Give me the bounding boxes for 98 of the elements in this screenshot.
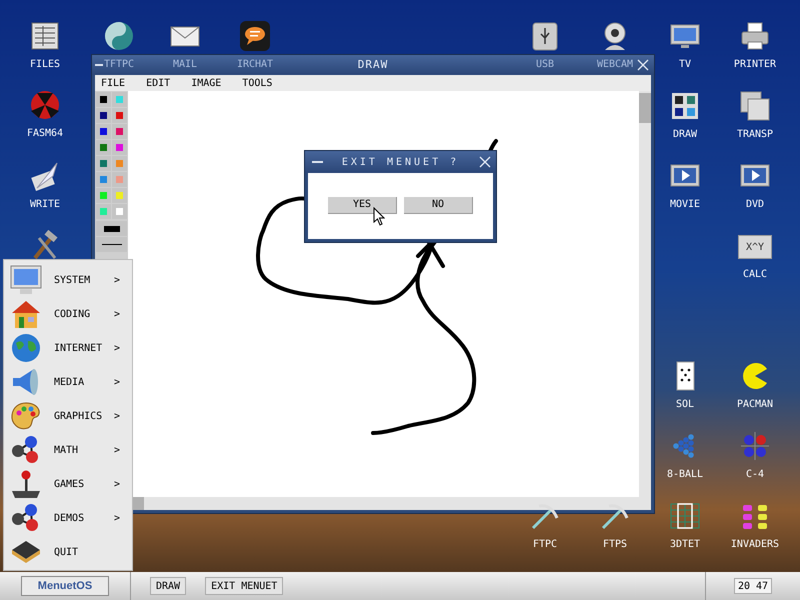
submenu-arrow: > bbox=[114, 478, 120, 492]
swirl-orb-icon[interactable] bbox=[103, 20, 135, 52]
icon-label: CALC bbox=[742, 269, 768, 281]
menu-item[interactable]: EDIT bbox=[146, 76, 170, 90]
globe-icon bbox=[10, 333, 42, 363]
menu-item[interactable]: TOOLS bbox=[242, 76, 272, 90]
color-swatch[interactable] bbox=[112, 188, 127, 203]
menu-item-label: DEMOS bbox=[54, 512, 86, 526]
icon-label: FILES bbox=[30, 59, 60, 71]
menu-item[interactable]: FILE bbox=[101, 76, 126, 90]
color-swatch[interactable] bbox=[96, 108, 111, 123]
house-icon bbox=[10, 299, 42, 329]
orb-icon[interactable] bbox=[29, 89, 61, 121]
dialog-button[interactable]: NO bbox=[404, 196, 473, 214]
menu-item-label: MATH bbox=[54, 444, 80, 458]
submenu-arrow: > bbox=[114, 410, 120, 424]
submenu-arrow: > bbox=[114, 376, 120, 390]
icon-label: INVADERS bbox=[730, 539, 780, 551]
menu-item-label: GRAPHICS bbox=[54, 410, 104, 424]
icon-label: TRANSP bbox=[736, 129, 774, 141]
submenu-arrow: > bbox=[114, 342, 120, 356]
icon-label: FTPC bbox=[532, 539, 558, 551]
four-dots-icon[interactable] bbox=[739, 430, 771, 462]
icon-label: MAIL bbox=[172, 59, 198, 71]
palette-icon bbox=[10, 401, 42, 431]
submenu-arrow: > bbox=[114, 444, 120, 458]
submenu-arrow: > bbox=[114, 308, 120, 322]
menu-item[interactable]: IMAGE bbox=[191, 76, 222, 90]
start-button[interactable]: MenuetOS bbox=[21, 576, 109, 596]
joystick-icon bbox=[10, 469, 42, 499]
icon-label: C-4 bbox=[746, 469, 764, 481]
icon-label: FASM64 bbox=[26, 128, 64, 140]
taskbar-button[interactable]: EXIT MENUET bbox=[205, 577, 284, 595]
thick-line-swatch[interactable] bbox=[96, 221, 127, 236]
spreadsheet-icon[interactable] bbox=[29, 20, 61, 52]
color-swatch[interactable] bbox=[112, 140, 127, 155]
icon-label: TFTPC bbox=[104, 59, 134, 71]
start-menu-item[interactable]: MATH > bbox=[4, 433, 132, 467]
icon-label: WRITE bbox=[30, 199, 60, 211]
start-menu-item[interactable]: QUIT bbox=[4, 535, 132, 569]
menu-item-label: QUIT bbox=[54, 546, 80, 560]
color-swatch[interactable] bbox=[96, 92, 111, 107]
menu-item-label: INTERNET bbox=[54, 342, 104, 356]
close-icon[interactable] bbox=[479, 156, 491, 168]
start-menu-item[interactable]: GRAPHICS > bbox=[4, 399, 132, 433]
clock: 20 47 bbox=[734, 578, 772, 594]
icon-label: DRAW bbox=[672, 129, 698, 141]
submenu-arrow: > bbox=[114, 512, 120, 526]
color-swatch[interactable] bbox=[112, 204, 127, 219]
icon-label: FTPS bbox=[602, 539, 628, 551]
color-swatch[interactable] bbox=[112, 156, 127, 171]
icon-label: IRCHAT bbox=[236, 59, 274, 71]
start-menu-item[interactable]: DEMOS > bbox=[4, 501, 132, 535]
icon-label: DVD bbox=[746, 199, 764, 211]
menu-item-label: SYSTEM bbox=[54, 274, 92, 288]
color-grid-icon[interactable] bbox=[669, 90, 701, 122]
taskbar-button[interactable]: DRAW bbox=[150, 577, 186, 595]
color-swatch[interactable] bbox=[96, 140, 111, 155]
start-menu-item[interactable]: GAMES > bbox=[4, 467, 132, 501]
close-icon[interactable] bbox=[637, 59, 649, 71]
calculator-key[interactable]: X^Y bbox=[738, 235, 772, 259]
icon-label: 3DTET bbox=[670, 539, 700, 551]
icon-label: SOL bbox=[676, 399, 694, 411]
color-swatch[interactable] bbox=[96, 204, 111, 219]
icon-label: PACMAN bbox=[736, 399, 774, 411]
color-swatch[interactable] bbox=[112, 124, 127, 139]
icon-label: 8-BALL bbox=[666, 469, 704, 481]
icon-label: WEBCAM bbox=[596, 59, 634, 71]
menu-item-label: GAMES bbox=[54, 478, 86, 492]
color-swatch[interactable] bbox=[112, 172, 127, 187]
start-menu-item[interactable]: MEDIA > bbox=[4, 365, 132, 399]
icon-label: PRINTER bbox=[734, 59, 776, 71]
thin-line-swatch[interactable] bbox=[96, 237, 127, 252]
color-swatch[interactable] bbox=[112, 108, 127, 123]
drawing-canvas[interactable] bbox=[128, 91, 639, 497]
mouse-pointer-icon bbox=[373, 207, 385, 226]
color-swatch[interactable] bbox=[96, 124, 111, 139]
menu-item-label: CODING bbox=[54, 308, 92, 322]
color-swatch[interactable] bbox=[96, 172, 111, 187]
icon-label: TV bbox=[678, 59, 692, 71]
submenu-arrow: > bbox=[114, 274, 120, 288]
start-menu-item[interactable]: SYSTEM > bbox=[4, 263, 132, 297]
window-title: DRAW bbox=[358, 56, 388, 73]
dialog-button[interactable]: YES bbox=[328, 196, 397, 214]
menu-item-label: MEDIA bbox=[54, 376, 86, 390]
overlapping-squares-icon[interactable] bbox=[739, 90, 771, 122]
icon-label: MOVIE bbox=[670, 199, 700, 211]
color-swatch[interactable] bbox=[96, 156, 111, 171]
chat-bubble-icon[interactable] bbox=[239, 20, 271, 52]
dialog-title: EXIT MENUET ? bbox=[342, 156, 460, 170]
start-menu-item[interactable]: INTERNET > bbox=[4, 331, 132, 365]
color-swatch[interactable] bbox=[96, 188, 111, 203]
start-menu-item[interactable]: CODING > bbox=[4, 297, 132, 331]
monitor-icon bbox=[10, 265, 42, 295]
icon-label: USB bbox=[536, 59, 554, 71]
vertical-scrollbar[interactable] bbox=[639, 91, 651, 497]
color-swatch[interactable] bbox=[112, 92, 127, 107]
printer-icon[interactable] bbox=[739, 20, 771, 52]
